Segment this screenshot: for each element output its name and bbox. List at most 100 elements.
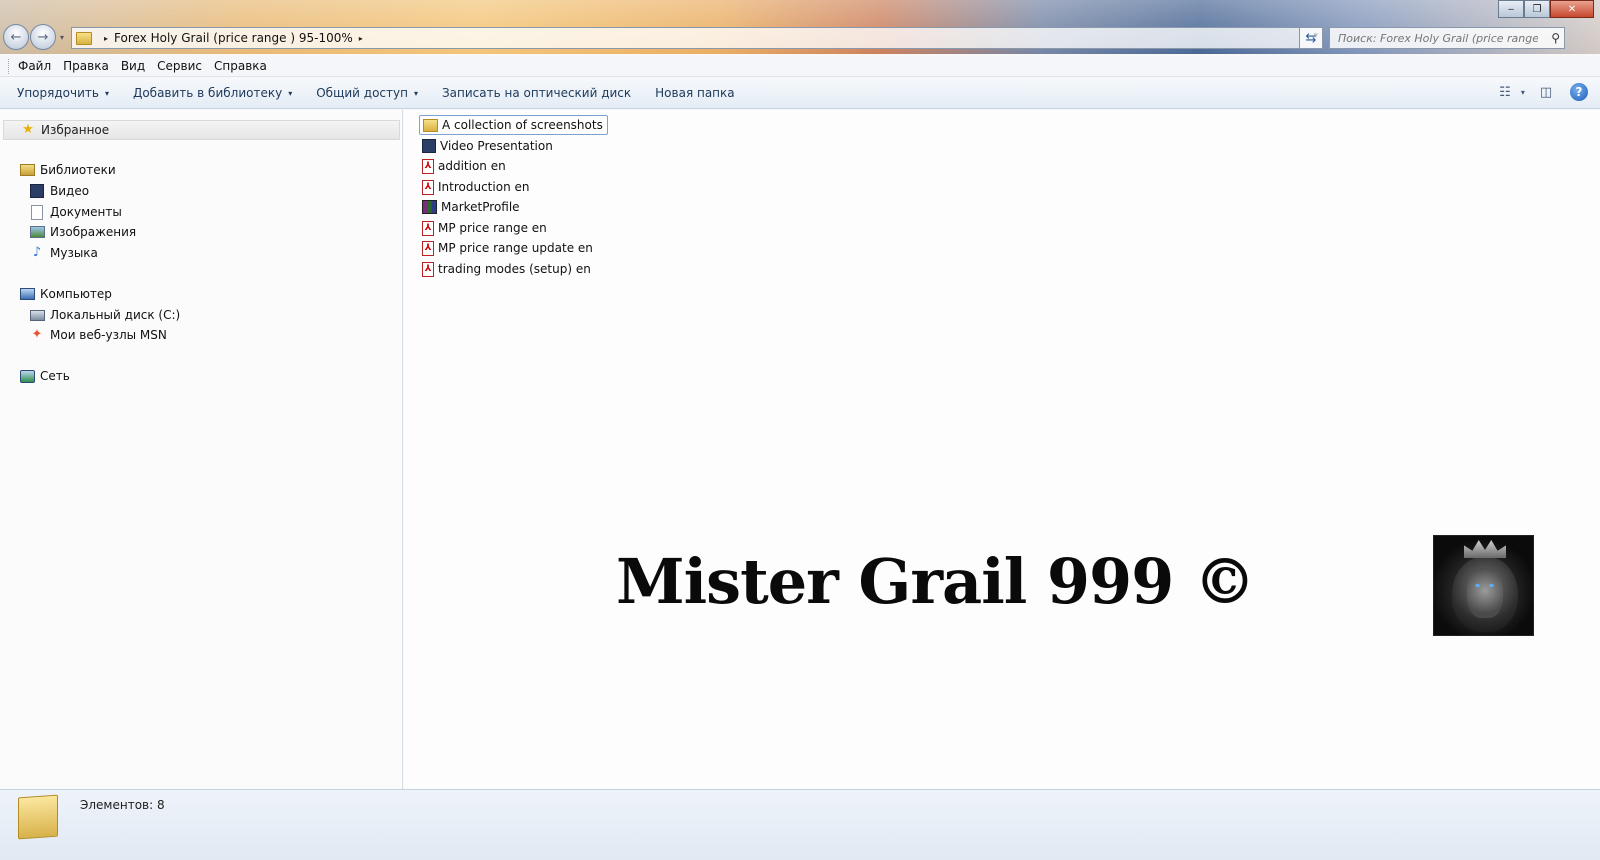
nav-favorites-label: Избранное — [41, 123, 110, 137]
file-item-archive[interactable]: MarketProfile — [419, 197, 524, 217]
nav-libraries[interactable]: Библиотеки — [19, 160, 116, 180]
refresh-button[interactable]: ⇆ — [1299, 27, 1323, 49]
nav-msn-sites[interactable]: ✦ Мои веб-узлы MSN — [29, 325, 167, 345]
file-item-pdf[interactable]: ⅄ addition en — [419, 156, 510, 176]
burn-disc-button[interactable]: Записать на оптический диск — [435, 86, 638, 100]
chevron-down-icon[interactable]: ▾ — [1521, 88, 1525, 97]
watermark-title: Mister Grail 999 © — [616, 545, 1256, 618]
file-item-pdf[interactable]: ⅄ MP price range en — [419, 218, 551, 238]
breadcrumb-current-folder[interactable]: Forex Holy Grail (price range ) 95-100% — [114, 31, 353, 45]
menu-tools[interactable]: Сервис — [157, 59, 202, 73]
add-to-library-button[interactable]: Добавить в библиотеку ▾ — [126, 86, 299, 100]
file-item-pdf[interactable]: ⅄ MP price range update en — [419, 238, 597, 258]
back-button[interactable]: ← — [3, 24, 29, 50]
nav-network[interactable]: Сеть — [19, 366, 70, 386]
file-item-pdf[interactable]: ⅄ Introduction en — [419, 177, 533, 197]
window-titlebar: ‒ ❐ ✕ ← → ▾ ▸ Forex Holy Grail (price ra… — [0, 0, 1600, 54]
address-bar[interactable]: ▸ Forex Holy Grail (price range ) 95-100… — [71, 27, 1323, 49]
crown-icon — [1464, 540, 1506, 558]
file-name: A collection of screenshots — [442, 118, 603, 132]
back-arrow-icon: ← — [10, 29, 22, 45]
file-name: addition en — [438, 159, 506, 173]
nav-video[interactable]: Видео — [29, 181, 89, 201]
file-name: trading modes (setup) en — [438, 262, 591, 276]
chevron-down-icon: ▾ — [413, 88, 418, 98]
share-label: Общий доступ — [316, 86, 408, 100]
minimize-button[interactable]: ‒ — [1498, 0, 1524, 18]
help-icon: ? — [1575, 85, 1583, 99]
nav-music[interactable]: ♪ Музыка — [29, 243, 98, 263]
nav-images[interactable]: Изображения — [29, 222, 136, 242]
pdf-icon: ⅄ — [422, 261, 434, 277]
maximize-button[interactable]: ❐ — [1524, 0, 1550, 18]
close-button[interactable]: ✕ — [1550, 0, 1594, 18]
organize-button[interactable]: Упорядочить ▾ — [10, 86, 116, 100]
help-button[interactable]: ? — [1570, 83, 1588, 101]
video-library-icon — [30, 184, 44, 198]
network-icon — [19, 369, 35, 383]
item-count: Элементов: 8 — [80, 798, 165, 812]
folder-icon — [76, 31, 92, 45]
folder-icon — [423, 118, 438, 132]
navigation-pane: ★ Избранное Библиотеки Видео Документы И… — [0, 110, 403, 802]
lion-face — [1467, 568, 1503, 618]
nav-computer-label: Компьютер — [40, 287, 112, 301]
preview-pane-icon: ◫ — [1539, 84, 1553, 100]
file-name: MP price range en — [438, 221, 547, 235]
pdf-icon: ⅄ — [422, 220, 434, 236]
menu-help[interactable]: Справка — [214, 59, 267, 73]
pdf-icon: ⅄ — [422, 158, 434, 174]
documents-icon — [31, 204, 43, 220]
file-name: Video Presentation — [440, 139, 553, 153]
window-controls: ‒ ❐ ✕ — [1498, 0, 1594, 18]
msn-butterfly-icon: ✦ — [31, 327, 43, 342]
images-icon — [29, 226, 45, 238]
video-file-icon — [422, 139, 436, 153]
nav-documents[interactable]: Документы — [29, 202, 122, 222]
nav-video-label: Видео — [50, 184, 90, 198]
libraries-icon — [19, 164, 35, 176]
chevron-down-icon: ▾ — [104, 88, 109, 98]
share-button[interactable]: Общий доступ ▾ — [309, 86, 425, 100]
change-view-button[interactable]: ☷ ▾ — [1499, 83, 1525, 101]
menu-grip — [8, 58, 11, 74]
folder-icon — [18, 794, 58, 840]
new-folder-button[interactable]: Новая папка — [648, 86, 741, 100]
details-pane: Элементов: 8 — [0, 789, 1600, 860]
search-box[interactable]: ⚲ — [1329, 27, 1565, 49]
preview-pane-button[interactable]: ◫ — [1536, 83, 1556, 101]
menu-view[interactable]: Вид — [121, 59, 145, 73]
menu-edit[interactable]: Правка — [63, 59, 109, 73]
search-input[interactable] — [1338, 31, 1538, 45]
organize-label: Упорядочить — [17, 86, 99, 100]
rar-archive-icon — [422, 200, 437, 214]
breadcrumb-arrow-icon[interactable]: ▸ — [359, 34, 363, 43]
forward-button[interactable]: → — [30, 24, 56, 50]
burn-disc-label: Записать на оптический диск — [441, 86, 632, 100]
forward-arrow-icon: → — [37, 29, 49, 45]
file-name: MarketProfile — [441, 200, 520, 214]
file-item-video[interactable]: Video Presentation — [419, 136, 557, 156]
file-name: Introduction en — [438, 180, 530, 194]
file-item-pdf[interactable]: ⅄ trading modes (setup) en — [419, 259, 595, 279]
history-dropdown-icon[interactable]: ▾ — [60, 33, 64, 42]
menu-file[interactable]: Файл — [18, 59, 51, 73]
file-list-pane: A collection of screenshots Video Presen… — [404, 110, 1600, 802]
lion-eye — [1475, 584, 1480, 587]
chevron-down-icon: ▾ — [288, 88, 293, 98]
file-item-folder[interactable]: A collection of screenshots — [419, 115, 608, 135]
menu-bar: Файл Правка Вид Сервис Справка — [0, 56, 1600, 77]
breadcrumb-arrow-icon[interactable]: ▸ — [104, 34, 108, 43]
pdf-icon: ⅄ — [422, 240, 434, 256]
file-name: MP price range update en — [438, 241, 593, 255]
command-bar: Упорядочить ▾ Добавить в библиотеку ▾ Общи… — [0, 78, 1600, 109]
search-icon[interactable]: ⚲ — [1551, 31, 1560, 45]
nav-local-disk[interactable]: Локальный диск (C:) — [29, 305, 180, 325]
nav-documents-label: Документы — [50, 205, 122, 219]
star-icon: ★ — [22, 122, 34, 137]
refresh-icon: ⇆ — [1305, 30, 1317, 46]
nav-favorites[interactable]: ★ Избранное — [3, 120, 400, 140]
nav-computer[interactable]: Компьютер — [19, 284, 112, 304]
nav-images-label: Изображения — [50, 225, 137, 239]
pdf-icon: ⅄ — [422, 179, 434, 195]
